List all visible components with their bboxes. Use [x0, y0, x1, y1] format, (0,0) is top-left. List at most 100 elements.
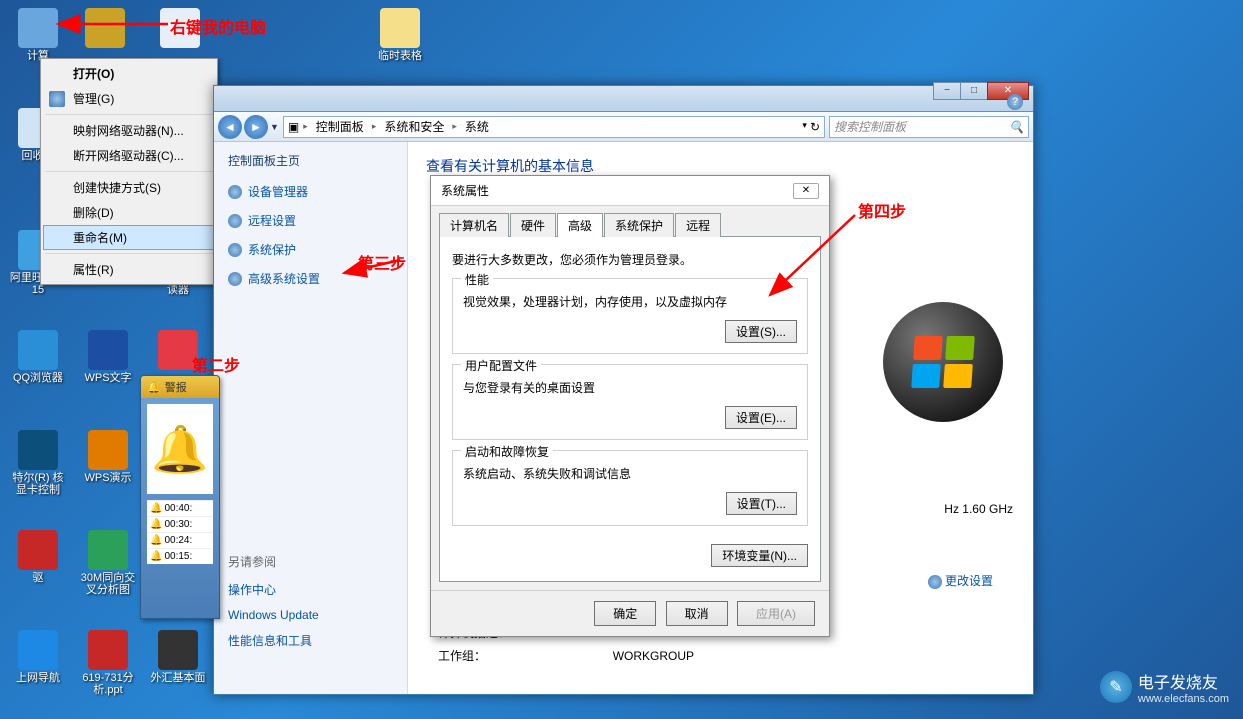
desktop-icon[interactable]: 30M同向交叉分析图	[78, 530, 138, 596]
shield-icon	[228, 243, 242, 257]
back-button[interactable]: ◄	[218, 115, 242, 139]
group-desc: 视觉效果，处理器计划，内存使用，以及虚拟内存	[463, 293, 797, 310]
watermark-name: 电子发烧友	[1138, 669, 1229, 693]
desktop-icon[interactable]: 驱	[8, 530, 68, 584]
desktop-icon[interactable]: 上网导航	[8, 630, 68, 684]
dialog-tab[interactable]: 远程	[675, 213, 721, 237]
tab-page-advanced: 要进行大多数更改，您必须作为管理员登录。 性能 视觉效果，处理器计划，内存使用，…	[439, 236, 821, 582]
sidebar-link[interactable]: 系统保护	[228, 235, 393, 264]
icon-label: 外汇基本面	[148, 672, 208, 684]
alarm-body: 🔔	[147, 404, 213, 494]
see-also-link[interactable]: 操作中心	[228, 576, 393, 603]
bell-icon: 🔔	[150, 535, 162, 546]
performance-settings-button[interactable]: 设置(S)...	[725, 320, 797, 343]
window-titlebar[interactable]: − □ ✕	[214, 86, 1033, 112]
see-also-link[interactable]: Windows Update	[228, 603, 393, 627]
user-profile-settings-button[interactable]: 设置(E)...	[725, 406, 797, 429]
breadcrumb-item[interactable]: 系统	[461, 118, 493, 135]
alarm-list-item[interactable]: 🔔00:24:	[147, 532, 213, 548]
sidebar-link[interactable]: 远程设置	[228, 206, 393, 235]
cpu-info: Hz 1.60 GHz	[944, 502, 1013, 516]
alarm-list-item[interactable]: 🔔00:30:	[147, 516, 213, 532]
group-title: 用户配置文件	[461, 357, 541, 374]
control-panel-icon: ▣	[288, 120, 299, 134]
menu-item[interactable]: 打开(O)	[43, 61, 215, 86]
refresh-icon[interactable]: ↻	[810, 120, 820, 134]
dialog-tab[interactable]: 系统保护	[604, 213, 674, 237]
group-title: 性能	[461, 271, 493, 288]
menu-item[interactable]: 断开网络驱动器(C)...	[43, 143, 215, 168]
desktop-icon[interactable]: 计算	[8, 8, 68, 62]
alarm-list: 🔔00:40:🔔00:30:🔔00:24:🔔00:15:	[147, 500, 213, 564]
icon-label: 临时表格	[370, 50, 430, 62]
menu-item[interactable]: 删除(D)	[43, 200, 215, 225]
icon-label: 619-731分析.ppt	[78, 672, 138, 696]
maximize-button[interactable]: □	[960, 82, 988, 100]
apply-button[interactable]: 应用(A)	[737, 601, 815, 626]
breadcrumb-item[interactable]: 系统和安全	[380, 118, 448, 135]
sidebar-link[interactable]: 设备管理器	[228, 177, 393, 206]
alarm-titlebar[interactable]: 🔔 警报	[141, 376, 219, 398]
help-icon[interactable]: ?	[1007, 94, 1023, 110]
desktop-icon[interactable]: 外汇基本面	[148, 630, 208, 684]
env-vars-button[interactable]: 环境变量(N)...	[711, 544, 808, 567]
desktop-icon[interactable]: 619-731分析.ppt	[78, 630, 138, 696]
shield-icon	[928, 575, 942, 589]
bell-icon: 🔔	[147, 381, 161, 394]
alarm-list-item[interactable]: 🔔00:15:	[147, 548, 213, 564]
dialog-buttons: 确定 取消 应用(A)	[431, 590, 829, 636]
desktop-icon[interactable]: WPS文字	[78, 330, 138, 384]
dialog-tab[interactable]: 计算机名	[439, 213, 509, 237]
desktop-icon[interactable]: QQ浏览器	[8, 330, 68, 384]
desktop-icon[interactable]: WPS演示	[78, 430, 138, 484]
search-box[interactable]: 搜索控制面板 🔍	[829, 116, 1029, 138]
dialog-titlebar[interactable]: 系统属性 ✕	[431, 176, 829, 206]
dialog-close-button[interactable]: ✕	[793, 183, 819, 199]
menu-item[interactable]: 创建快捷方式(S)	[43, 175, 215, 200]
search-icon[interactable]: 🔍	[1009, 120, 1024, 134]
app-icon	[18, 8, 58, 48]
menu-item[interactable]: 属性(R)	[43, 257, 215, 282]
forward-button[interactable]: ►	[244, 115, 268, 139]
search-placeholder: 搜索控制面板	[834, 118, 906, 135]
icon-label: QQ浏览器	[8, 372, 68, 384]
menu-item[interactable]: 映射网络驱动器(N)...	[43, 118, 215, 143]
app-icon	[18, 530, 58, 570]
alarm-list-item[interactable]: 🔔00:40:	[147, 500, 213, 516]
desktop-icon[interactable]: 临时表格	[370, 8, 430, 62]
sidebar-link[interactable]: 高级系统设置	[228, 264, 393, 293]
menu-item[interactable]: 管理(G)	[43, 86, 215, 111]
desktop-icon[interactable]	[150, 8, 210, 50]
dropdown-icon[interactable]: ▾	[802, 120, 807, 134]
watermark: ✎ 电子发烧友 www.elecfans.com	[1100, 669, 1229, 705]
alarm-window: 🔔 警报 🔔 🔔00:40:🔔00:30:🔔00:24:🔔00:15:	[140, 375, 220, 619]
bell-large-icon: 🔔	[151, 422, 208, 477]
see-also-link[interactable]: 性能信息和工具	[228, 627, 393, 654]
menu-item[interactable]: 重命名(M)	[43, 225, 215, 250]
app-icon	[160, 8, 200, 48]
menu-separator	[45, 171, 213, 172]
system-properties-dialog: 系统属性 ✕ 计算机名硬件高级系统保护远程 要进行大多数更改，您必须作为管理员登…	[430, 175, 830, 637]
menu-separator	[45, 114, 213, 115]
shield-icon	[49, 91, 65, 107]
dialog-tab[interactable]: 硬件	[510, 213, 556, 237]
icon-label: 特尔(R) 核显卡控制	[8, 472, 68, 496]
desktop-icon[interactable]: 特尔(R) 核显卡控制	[8, 430, 68, 496]
change-settings-link[interactable]: 更改设置	[928, 572, 993, 589]
admin-note: 要进行大多数更改，您必须作为管理员登录。	[452, 251, 808, 268]
app-icon	[88, 630, 128, 670]
app-icon	[85, 8, 125, 48]
address-bar[interactable]: ▣▸ 控制面板▸ 系统和安全▸ 系统 ▾ ↻	[283, 116, 825, 138]
desktop-icon[interactable]	[148, 330, 208, 372]
dialog-tab[interactable]: 高级	[557, 213, 603, 237]
ok-button[interactable]: 确定	[594, 601, 656, 626]
user-profile-group: 用户配置文件 与您登录有关的桌面设置 设置(E)...	[452, 364, 808, 440]
startup-settings-button[interactable]: 设置(T)...	[726, 492, 797, 515]
minimize-button[interactable]: −	[933, 82, 961, 100]
cancel-button[interactable]: 取消	[666, 601, 728, 626]
startup-recovery-group: 启动和故障恢复 系统启动、系统失败和调试信息 设置(T)...	[452, 450, 808, 526]
breadcrumb-item[interactable]: 控制面板	[312, 118, 368, 135]
dropdown-icon[interactable]: ▼	[270, 122, 279, 132]
windows-logo	[883, 302, 1003, 422]
desktop-icon[interactable]	[75, 8, 135, 50]
